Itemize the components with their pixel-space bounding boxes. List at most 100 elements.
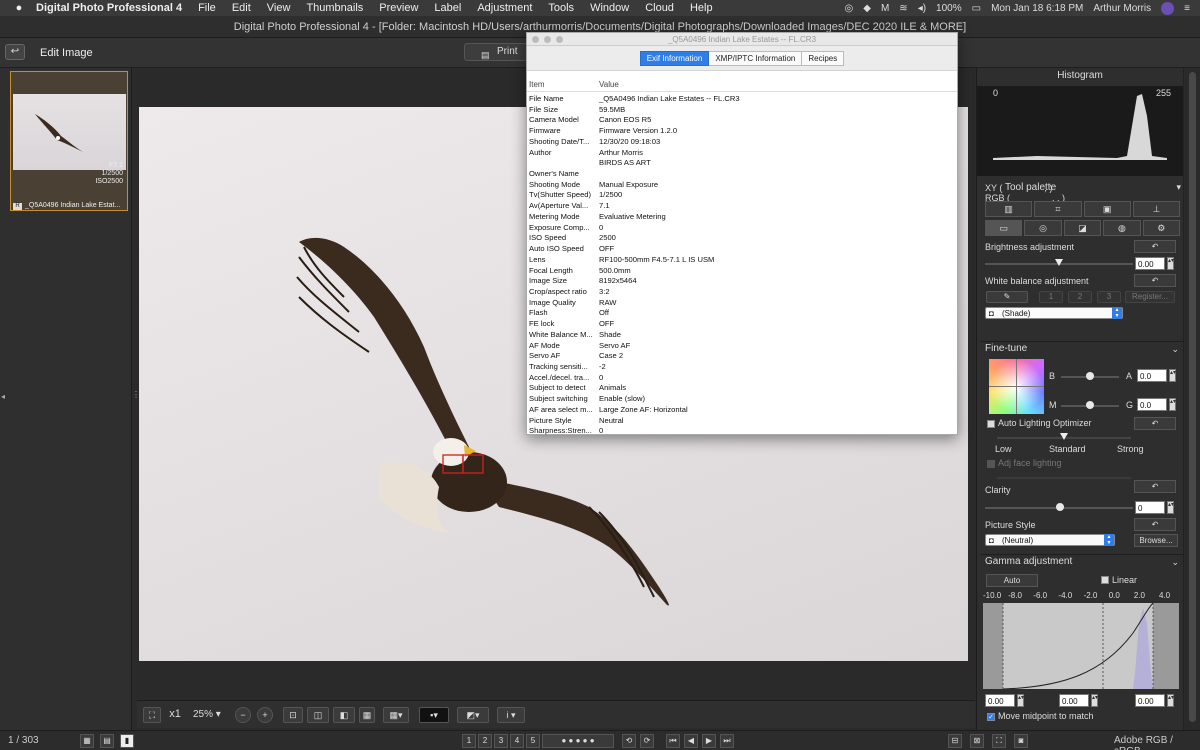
exif-row[interactable]: Author Arthur Morris <box>527 148 957 159</box>
tab-tone-icon[interactable]: ◪ <box>1063 220 1102 236</box>
wb-custom-1[interactable]: 1 <box>1039 291 1063 303</box>
wb-custom-2[interactable]: 2 <box>1068 291 1092 303</box>
adj-face-checkbox[interactable] <box>987 460 995 468</box>
menu-file[interactable]: File <box>198 2 216 14</box>
crop-icon[interactable]: ⌗ <box>1034 201 1082 217</box>
exif-row[interactable]: FE lock OFF <box>527 319 957 330</box>
menu-label[interactable]: Label <box>434 2 461 14</box>
first-image-icon[interactable]: ⏮ <box>666 734 680 748</box>
gamma-graph[interactable] <box>983 602 1179 690</box>
exif-row[interactable]: White Balance M... Shade <box>527 330 957 341</box>
tab-lens-icon[interactable]: ◎ <box>1024 220 1062 236</box>
exif-row[interactable]: Image Quality RAW <box>527 298 957 309</box>
exif-row[interactable]: File Name _Q5A0496 Indian Lake Estates --… <box>527 94 957 105</box>
menu-view[interactable]: View <box>267 2 291 14</box>
stamp-icon[interactable]: ⊥ <box>1132 201 1180 217</box>
info-window-titlebar[interactable]: _Q5A0496 Indian Lake Estates -- FL.CR3 <box>527 33 957 46</box>
tool-palette-header[interactable]: Tool palette ▾ <box>977 182 1183 196</box>
color-wheel[interactable] <box>989 359 1044 414</box>
user-name[interactable]: Arthur Morris <box>1093 3 1151 14</box>
exif-row[interactable]: File Size 59.5MB <box>527 105 957 116</box>
rotate-left-icon[interactable]: ⟲ <box>622 734 636 748</box>
gamma-mid-value[interactable]: 0.00 <box>1059 694 1089 707</box>
gamma-white-stepper[interactable]: ▴▾ <box>1167 694 1174 707</box>
menu-cloud[interactable]: Cloud <box>645 2 674 14</box>
full-screen-icon[interactable]: ⊠ <box>970 734 984 748</box>
ft-a-value[interactable]: 0.0 <box>1137 369 1167 382</box>
clarity-reset-button[interactable]: ↶ <box>1134 480 1176 493</box>
ft-a-stepper[interactable]: ▴▾ <box>1169 369 1176 382</box>
exif-row[interactable]: Tv(Shutter Speed) 1/2500 <box>527 190 957 201</box>
exif-row[interactable]: Focal Length 500.0mm <box>527 266 957 277</box>
exif-row[interactable]: Flash Off <box>527 308 957 319</box>
crop-af-button[interactable]: ⊡ <box>283 707 303 723</box>
sync-button[interactable]: ▦ <box>359 707 375 723</box>
zoom-out-button[interactable]: − <box>235 707 251 723</box>
compare-button[interactable]: ◫ <box>307 707 329 723</box>
grid-small-icon[interactable]: ▦ <box>80 734 94 748</box>
close-icon[interactable] <box>532 36 539 43</box>
right-panel-scrollbar[interactable] <box>1183 68 1200 730</box>
ft-g-value[interactable]: 0.0 <box>1137 398 1167 411</box>
zoom-select[interactable]: 25% ▾ <box>193 707 233 723</box>
volume-icon[interactable]: ◂) <box>918 3 926 14</box>
col-value[interactable]: Value <box>597 80 619 89</box>
siri-icon[interactable] <box>1161 1 1175 15</box>
gamma-header[interactable]: Gamma adjustment ⌄ <box>981 554 1183 568</box>
menu-help[interactable]: Help <box>690 2 713 14</box>
wb-select[interactable]: ◘ (Shade) ▴ ▾ <box>985 307 1123 319</box>
exif-row[interactable]: Picture Style Neutral <box>527 416 957 427</box>
menu-window[interactable]: Window <box>590 2 629 14</box>
grid-large-icon[interactable]: ▤ <box>100 734 114 748</box>
brightness-value[interactable]: 0.00 <box>1135 257 1165 270</box>
brightness-thumb[interactable] <box>1055 259 1063 266</box>
af-point-display-button[interactable]: ▪▾ <box>419 707 449 723</box>
browse-button[interactable]: Browse... <box>1134 534 1178 547</box>
col-item[interactable]: Item <box>527 80 597 89</box>
wb-register-button[interactable]: Register... <box>1125 291 1175 303</box>
battery-icon[interactable]: ▭ <box>972 3 981 14</box>
menu-preview[interactable]: Preview <box>379 2 418 14</box>
ft-mg-thumb[interactable] <box>1086 401 1094 409</box>
exif-row[interactable]: Crop/aspect ratio 3:2 <box>527 287 957 298</box>
maximize-icon[interactable]: ⛶ <box>992 734 1006 748</box>
single-view-icon[interactable]: ▮ <box>120 734 134 748</box>
exif-row[interactable]: Lens RF100-500mm F4.5-7.1 L IS USM <box>527 255 957 266</box>
exif-row[interactable]: AF Mode Servo AF <box>527 341 957 352</box>
thumbnail-selected[interactable]: F7.1 1/2500 ISO2500 R _Q5A0496 Indian Lak… <box>10 71 128 211</box>
exif-row[interactable]: Subject switching Enable (slow) <box>527 394 957 405</box>
chevron-down-icon[interactable]: ▾ <box>1176 182 1181 193</box>
status-icon[interactable]: ◎ <box>845 3 854 14</box>
gamma-black-value[interactable]: 0.00 <box>985 694 1015 707</box>
collapse-icon[interactable]: ⌄ <box>1171 555 1179 569</box>
linear-checkbox[interactable] <box>1101 576 1109 584</box>
menu-app-name[interactable]: Digital Photo Professional 4 <box>36 2 182 14</box>
info-button[interactable]: i ▾ <box>497 707 525 723</box>
clarity-thumb[interactable] <box>1056 503 1064 511</box>
left-collapse-icon[interactable]: ◂ <box>1 392 5 401</box>
ft-g-stepper[interactable]: ▴▾ <box>1169 398 1176 411</box>
tab-exif-information[interactable]: Exif Information <box>639 50 710 66</box>
picture-style-reset-button[interactable]: ↶ <box>1134 518 1176 531</box>
clock[interactable]: Mon Jan 18 6:18 PM <box>991 3 1083 14</box>
exif-row[interactable]: Image Size 8192x5464 <box>527 276 957 287</box>
menu-tools[interactable]: Tools <box>548 2 574 14</box>
dust-icon[interactable]: ▣ <box>1083 201 1131 217</box>
alo-thumb[interactable] <box>1060 433 1068 440</box>
ft-ba-slider[interactable] <box>1061 372 1119 380</box>
collapse-icon[interactable]: ⌄ <box>1171 342 1179 356</box>
brightness-stepper[interactable]: ▴▾ <box>1167 257 1174 270</box>
zoom-in-button[interactable]: + <box>257 707 273 723</box>
finetune-header[interactable]: Fine-tune ⌄ <box>981 341 1183 355</box>
clarity-value[interactable]: 0 <box>1135 501 1165 514</box>
exif-row[interactable]: BIRDS AS ART <box>527 158 957 169</box>
highlight-warning-button[interactable]: ◩▾ <box>457 707 489 723</box>
label-dots[interactable]: ● ● ● ● ● <box>542 734 614 748</box>
rotate-right-icon[interactable]: ⟳ <box>640 734 654 748</box>
tab-recipes[interactable]: Recipes <box>802 50 845 66</box>
gamma-white-value[interactable]: 0.00 <box>1135 694 1165 707</box>
wifi-icon[interactable]: ≋ <box>899 3 907 14</box>
menu-edit[interactable]: Edit <box>232 2 251 14</box>
back-button[interactable]: ↩ <box>5 44 25 60</box>
exif-row[interactable]: Firmware Firmware Version 1.2.0 <box>527 126 957 137</box>
